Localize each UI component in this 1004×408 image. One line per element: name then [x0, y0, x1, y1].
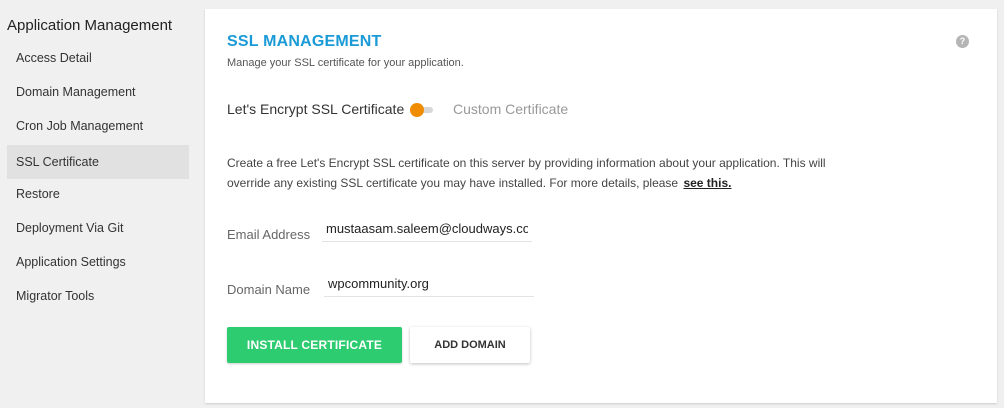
sidebar-item-cron-job-management[interactable]: Cron Job Management [7, 109, 189, 143]
see-this-link[interactable]: see this. [683, 176, 731, 190]
ssl-management-panel: SSL MANAGEMENT Manage your SSL certifica… [205, 9, 997, 403]
email-field[interactable] [322, 216, 532, 242]
description-text: Create a free Let's Encrypt SSL certific… [227, 156, 826, 190]
domain-field[interactable] [324, 271, 534, 297]
add-domain-button[interactable]: ADD DOMAIN [410, 327, 530, 363]
sidebar-item-access-detail[interactable]: Access Detail [7, 41, 189, 75]
domain-label: Domain Name [227, 282, 311, 297]
sidebar-item-domain-management[interactable]: Domain Management [7, 75, 189, 109]
email-label: Email Address [227, 227, 311, 242]
sidebar-item-deployment-via-git[interactable]: Deployment Via Git [7, 211, 189, 245]
lets-encrypt-label[interactable]: Let's Encrypt SSL Certificate [227, 101, 404, 117]
sidebar-item-application-settings[interactable]: Application Settings [7, 245, 189, 279]
toggle-knob [410, 103, 424, 117]
sidebar: Application Management Access Detail Dom… [0, 0, 195, 408]
help-icon[interactable]: ? [956, 35, 969, 48]
page-title: SSL MANAGEMENT [227, 33, 382, 50]
sidebar-item-ssl-certificate[interactable]: SSL Certificate [7, 145, 189, 179]
custom-certificate-label[interactable]: Custom Certificate [453, 101, 568, 117]
page-subtitle: Manage your SSL certificate for your app… [227, 57, 464, 69]
sidebar-title: Application Management [7, 17, 173, 34]
sidebar-item-restore[interactable]: Restore [7, 177, 189, 211]
certificate-type-toggle[interactable] [410, 103, 433, 117]
ssl-description: Create a free Let's Encrypt SSL certific… [227, 153, 867, 193]
sidebar-item-migrator-tools[interactable]: Migrator Tools [7, 279, 189, 313]
install-certificate-button[interactable]: INSTALL CERTIFICATE [227, 327, 402, 363]
